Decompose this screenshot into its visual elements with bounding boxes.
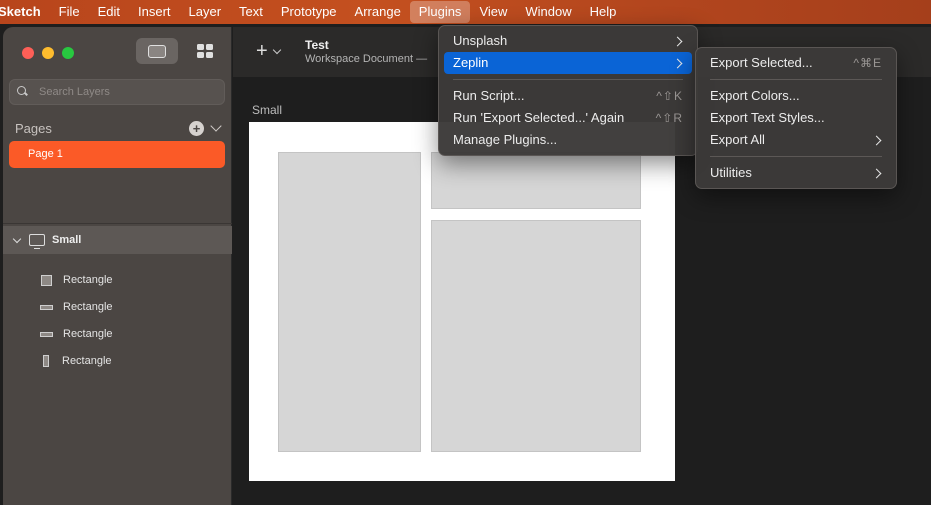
menu-item-shortcut: ^⇧R <box>655 111 683 125</box>
close-window-button[interactable] <box>22 47 34 59</box>
chevron-down-icon <box>272 45 281 54</box>
menu-item-export-text-styles[interactable]: Export Text Styles... <box>701 107 891 129</box>
chevron-down-icon[interactable] <box>210 120 222 132</box>
plugins-menu: Unsplash Zeplin Run Script... ^⇧K Run 'E… <box>438 25 698 156</box>
insert-button[interactable]: + <box>256 40 281 62</box>
menu-item-export-selected[interactable]: Export Selected... ^⌘E <box>701 52 891 74</box>
components-view-button[interactable] <box>184 38 226 64</box>
layer-rectangle-3[interactable]: Rectangle <box>40 326 113 342</box>
document-subtitle: Workspace Document — <box>305 53 428 65</box>
menu-item-manage-plugins[interactable]: Manage Plugins... <box>444 129 692 151</box>
menu-layer[interactable]: Layer <box>180 0 231 24</box>
menu-item-label: Run Script... <box>453 88 525 103</box>
rectangle-icon <box>40 331 53 337</box>
menu-arrange[interactable]: Arrange <box>346 0 410 24</box>
canvas-view-button[interactable] <box>136 38 178 64</box>
layer-rectangle-4[interactable]: Rectangle <box>40 353 112 369</box>
menu-item-run-script[interactable]: Run Script... ^⇧K <box>444 85 692 107</box>
view-toggle <box>136 38 226 64</box>
layer-label: Rectangle <box>62 355 112 367</box>
menu-window[interactable]: Window <box>516 0 580 24</box>
menu-item-shortcut: ^⇧K <box>656 89 683 103</box>
zeplin-submenu: Export Selected... ^⌘E Export Colors... … <box>695 47 897 189</box>
artboard-icon <box>29 234 45 249</box>
menu-item-zeplin[interactable]: Zeplin <box>444 52 692 74</box>
layer-rectangle-2[interactable]: Rectangle <box>40 299 113 315</box>
menu-separator <box>710 156 882 157</box>
menu-item-run-again[interactable]: Run 'Export Selected...' Again ^⇧R <box>444 107 692 129</box>
pages-actions: + <box>189 120 222 136</box>
menu-item-shortcut: ^⌘E <box>853 56 882 70</box>
menu-item-label: Export Colors... <box>710 88 800 103</box>
menu-item-export-colors[interactable]: Export Colors... <box>701 85 891 107</box>
pages-header: Pages + <box>15 119 222 137</box>
artboard-small[interactable] <box>249 122 675 481</box>
rectangle-icon <box>40 304 53 310</box>
menu-item-label: Zeplin <box>453 55 489 70</box>
menu-text[interactable]: Text <box>230 0 272 24</box>
chevron-right-icon <box>871 135 882 145</box>
rectangle-icon <box>43 355 49 367</box>
menu-item-label: Run 'Export Selected...' Again <box>453 110 625 125</box>
menu-item-label: Export Text Styles... <box>710 110 825 125</box>
layer-label: Rectangle <box>63 274 113 286</box>
menu-edit[interactable]: Edit <box>89 0 129 24</box>
menu-item-label: Utilities <box>710 165 752 180</box>
grid-view-icon <box>197 44 213 58</box>
document-title: Test <box>305 38 329 52</box>
menu-item-label: Export Selected... <box>710 55 813 70</box>
canvas-view-icon <box>148 44 166 58</box>
menu-prototype[interactable]: Prototype <box>272 0 346 24</box>
menu-plugins[interactable]: Plugins <box>409 1 471 23</box>
zoom-window-button[interactable] <box>62 47 74 59</box>
rectangle-shape[interactable] <box>278 152 421 452</box>
layer-artboard-small[interactable]: Small <box>3 226 232 254</box>
chevron-right-icon <box>672 58 683 68</box>
layer-label: Rectangle <box>63 301 113 313</box>
menu-item-label: Manage Plugins... <box>453 132 558 147</box>
artboard-title[interactable]: Small <box>252 103 282 117</box>
window-controls <box>22 47 74 59</box>
menu-view[interactable]: View <box>470 0 516 24</box>
rectangle-icon <box>41 274 52 286</box>
artboard-layer-label: Small <box>52 234 82 246</box>
menu-item-export-all[interactable]: Export All <box>701 129 891 151</box>
chevron-right-icon <box>672 36 683 46</box>
add-page-icon[interactable]: + <box>189 120 204 136</box>
menu-item-utilities[interactable]: Utilities <box>701 162 891 184</box>
menu-item-label: Unsplash <box>453 33 508 48</box>
layers-sidebar: Pages + Page 1 Small Rectangle Rectangle… <box>3 27 232 505</box>
chevron-right-icon <box>871 168 882 178</box>
rectangle-shape[interactable] <box>431 220 641 452</box>
menu-file[interactable]: File <box>50 0 89 24</box>
search-layers-field <box>9 79 225 105</box>
plus-icon: + <box>256 40 268 62</box>
menu-item-unsplash[interactable]: Unsplash <box>444 30 692 52</box>
minimize-window-button[interactable] <box>42 47 54 59</box>
search-icon <box>17 85 33 99</box>
menu-app-sketch[interactable]: Sketch <box>0 0 50 24</box>
pages-title: Pages <box>15 120 52 136</box>
disclosure-chevron-icon[interactable] <box>12 234 22 243</box>
page-item-page-1[interactable]: Page 1 <box>9 141 225 168</box>
search-layers-input[interactable] <box>39 86 209 98</box>
menu-help[interactable]: Help <box>581 0 626 24</box>
menu-separator <box>710 79 882 80</box>
menu-item-label: Export All <box>710 132 765 147</box>
menu-bar: Sketch File Edit Insert Layer Text Proto… <box>0 0 931 24</box>
sidebar-divider <box>3 223 232 224</box>
menu-separator <box>453 79 683 80</box>
layer-label: Rectangle <box>63 328 113 340</box>
menu-insert[interactable]: Insert <box>129 0 180 24</box>
layer-rectangle-1[interactable]: Rectangle <box>40 272 113 288</box>
rectangle-shape[interactable] <box>431 152 641 209</box>
